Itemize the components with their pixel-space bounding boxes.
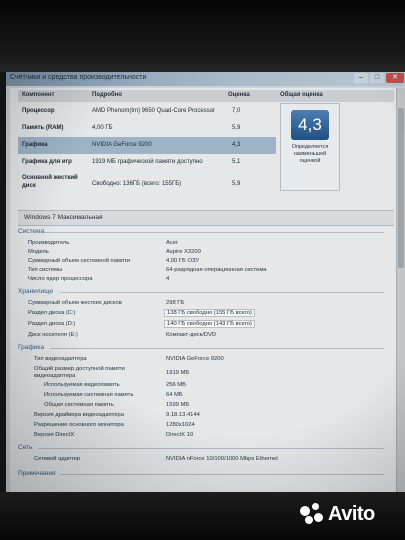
property-value: 1919 МБ [166, 370, 190, 376]
rating-row-graphics: Графика NVIDIA GeForce 9200 4,3 [18, 137, 276, 154]
section-divider [38, 448, 384, 449]
overall-score-box: 4,3 Определяется наименьшей оценкой [280, 103, 340, 191]
property-label: Тип видеоадаптера [34, 356, 87, 362]
property-label: Суммарный объем системной памяти [28, 258, 130, 264]
overall-score-caption: Определяется наименьшей оценкой [291, 144, 329, 164]
property-value: 298 ГБ [166, 300, 185, 306]
property-value: 140 ГБ свободно (143 ГБ всего) [164, 320, 255, 328]
property-value: NVIDIA GeForce 9200 [166, 356, 224, 362]
section-title-network: Сеть [18, 444, 33, 451]
component-detail: 1919 МБ графической памяти доступно [92, 159, 203, 165]
property-value: 1599 МБ [166, 402, 190, 408]
component-label: Процессор [22, 108, 55, 114]
windows-edition: Windows 7 Максимальная [24, 214, 103, 221]
overall-score-badge: 4,3 [291, 110, 329, 140]
avito-wordmark: Avito [328, 503, 375, 525]
avito-logo-icon [300, 503, 324, 525]
header-component: Компонент [22, 92, 55, 98]
section-title-system: Система [18, 228, 45, 235]
windows-edition-bar: Windows 7 Максимальная [18, 210, 394, 226]
section-divider [50, 348, 384, 349]
component-detail: NVIDIA GeForce 9200 [92, 142, 152, 148]
property-value: Acer [166, 240, 178, 246]
property-value: 1280x1024 [166, 422, 195, 428]
component-detail: AMD Phenom(tm) 9650 Quad-Core Processor [92, 108, 216, 114]
property-label: Разрешение основного монитора [34, 422, 124, 428]
monitor-bezel-top [0, 0, 405, 72]
component-detail: 4,00 ГБ [92, 125, 113, 131]
property-label: Модель [28, 249, 49, 255]
close-button[interactable]: ✕ [386, 73, 404, 83]
property-label: Число ядер процессора [28, 276, 93, 282]
component-score: 4,3 [232, 142, 241, 148]
header-score: Оценка [228, 92, 250, 98]
section-title-storage: Хранилище [18, 288, 54, 295]
property-value: 4 [166, 276, 170, 282]
property-label: Используемая системная память [44, 392, 134, 398]
component-score: 7,0 [232, 108, 241, 114]
vertical-scrollbar[interactable] [396, 88, 405, 492]
component-score: 5,9 [232, 125, 241, 131]
property-label: Суммарный объем жестких дисков [28, 300, 122, 306]
monitor-screen: Счётчики и средства производительности –… [6, 72, 405, 492]
section-title-notes: Примечания [18, 470, 56, 477]
property-value: 9.18.13.4144 [166, 412, 200, 418]
component-detail: Свободно: 136ГБ (всего: 155ГБ) [92, 181, 182, 187]
minimize-button[interactable]: – [354, 73, 368, 83]
avito-watermark: Avito [300, 501, 400, 527]
property-value: 64 МБ [166, 392, 183, 398]
system-details-panel: Компонент Подробно Оценка Общая оценка П… [10, 88, 396, 492]
section-title-graphics: Графика [18, 344, 44, 351]
property-value: NVIDIA nForce 10/100/1000 Mbps Ethernet [166, 456, 278, 462]
property-value: 4,00 ГБ ОЗУ [166, 258, 200, 264]
rating-row-disk: Основной жесткий диск Свободно: 136ГБ (в… [18, 171, 276, 193]
component-label: Графика [22, 142, 48, 148]
property-label: Общая системная память [44, 402, 114, 408]
property-label: Версия драйвера видеоадаптера [34, 412, 124, 418]
property-value: 256 МБ [166, 382, 186, 388]
section-divider [44, 232, 384, 233]
property-value: 64-разрядная операционная система [166, 267, 267, 273]
property-label: Раздел диска (D:) [28, 321, 76, 327]
property-label: Тип системы [28, 267, 63, 273]
property-value: DirectX 10 [166, 432, 194, 438]
window-titlebar: Счётчики и средства производительности –… [6, 72, 405, 86]
property-label: Диск носителя (E:) [28, 332, 78, 338]
component-label: Основной жесткий диск [22, 175, 78, 189]
performance-rating-table: Компонент Подробно Оценка Общая оценка П… [18, 90, 394, 208]
property-label: Сетевой адаптер [34, 456, 81, 462]
rating-row-gaming-graphics: Графика для игр 1919 МБ графической памя… [18, 154, 276, 171]
property-value: 138 ГБ свободно (155 ГБ всего) [164, 309, 255, 317]
rating-table-header: Компонент Подробно Оценка Общая оценка [18, 90, 394, 102]
header-detail: Подробно [92, 92, 123, 98]
rating-row-ram: Память (RAM) 4,00 ГБ 5,9 [18, 120, 276, 137]
property-value: Компакт-диск/DVD [166, 332, 217, 338]
rating-row-cpu: Процессор AMD Phenom(tm) 9650 Quad-Core … [18, 103, 276, 120]
section-divider [60, 292, 384, 293]
component-score: 5,1 [232, 159, 241, 165]
component-label: Память (RAM) [22, 125, 64, 131]
window-title: Счётчики и средства производительности [10, 74, 147, 81]
property-label: Производитель [28, 240, 70, 246]
component-score: 5,9 [232, 181, 241, 187]
scrollbar-thumb[interactable] [398, 108, 404, 268]
property-label: Используемая видеопамять [44, 382, 120, 388]
component-label: Графика для игр [22, 159, 72, 165]
property-label: Общий размер доступной памяти видеоадапт… [34, 366, 125, 379]
property-value: Aspire X3200 [166, 249, 201, 255]
section-divider [60, 474, 384, 475]
header-overall: Общая оценка [280, 92, 323, 98]
property-label: Версия DirectX [34, 432, 75, 438]
maximize-button[interactable]: □ [370, 73, 384, 83]
property-label: Раздел диска (C:) [28, 310, 76, 316]
